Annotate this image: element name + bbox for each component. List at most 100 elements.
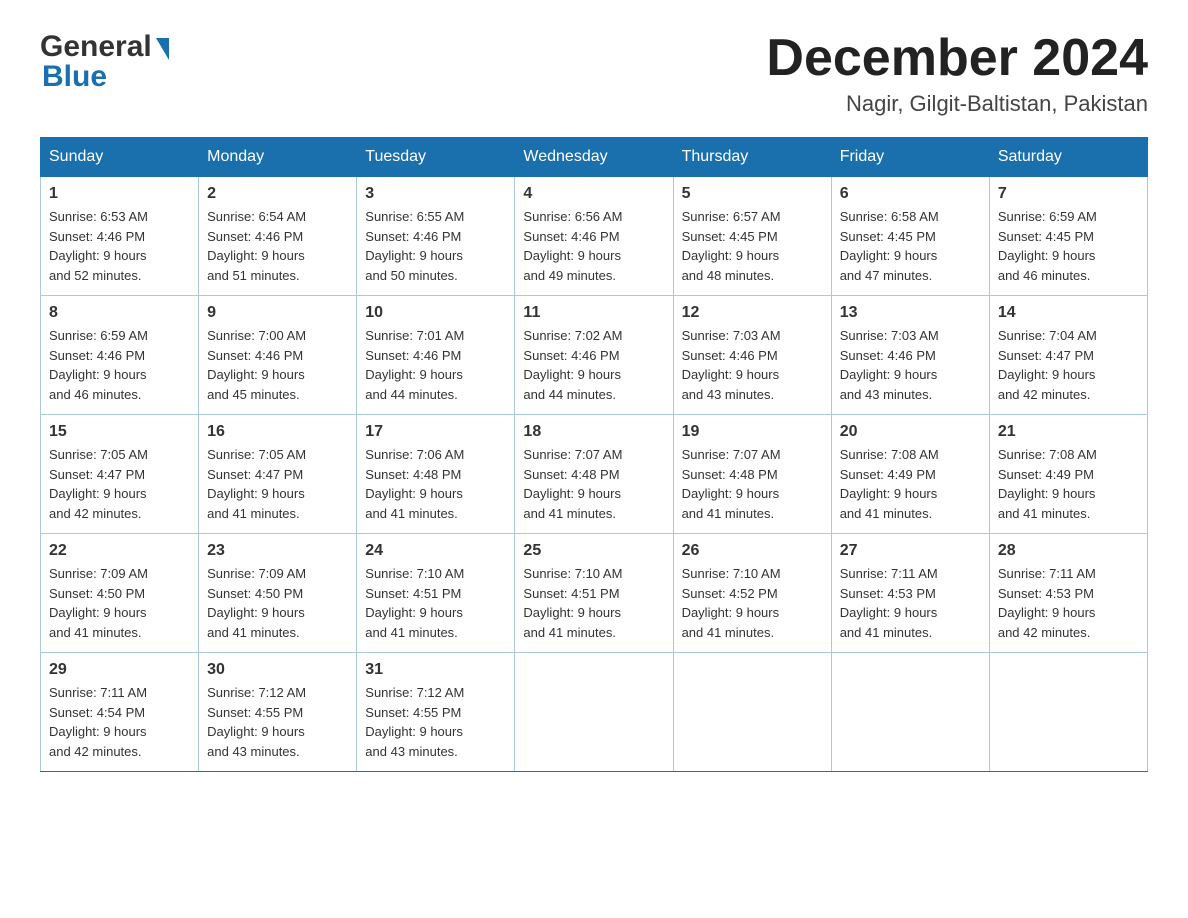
calendar-table: SundayMondayTuesdayWednesdayThursdayFrid… <box>40 137 1148 772</box>
calendar-cell: 8 Sunrise: 6:59 AM Sunset: 4:46 PM Dayli… <box>41 296 199 415</box>
day-number: 12 <box>682 304 823 322</box>
day-info: Sunrise: 7:11 AM Sunset: 4:54 PM Dayligh… <box>49 683 190 761</box>
day-number: 28 <box>998 542 1139 560</box>
day-number: 25 <box>523 542 664 560</box>
day-number: 6 <box>840 185 981 203</box>
day-info: Sunrise: 6:59 AM Sunset: 4:45 PM Dayligh… <box>998 207 1139 285</box>
calendar-cell: 13 Sunrise: 7:03 AM Sunset: 4:46 PM Dayl… <box>831 296 989 415</box>
calendar-week-2: 8 Sunrise: 6:59 AM Sunset: 4:46 PM Dayli… <box>41 296 1148 415</box>
day-number: 14 <box>998 304 1139 322</box>
calendar-cell: 30 Sunrise: 7:12 AM Sunset: 4:55 PM Dayl… <box>199 653 357 772</box>
day-info: Sunrise: 7:09 AM Sunset: 4:50 PM Dayligh… <box>49 564 190 642</box>
calendar-cell: 29 Sunrise: 7:11 AM Sunset: 4:54 PM Dayl… <box>41 653 199 772</box>
calendar-cell: 14 Sunrise: 7:04 AM Sunset: 4:47 PM Dayl… <box>989 296 1147 415</box>
day-info: Sunrise: 7:00 AM Sunset: 4:46 PM Dayligh… <box>207 326 348 404</box>
calendar-cell: 21 Sunrise: 7:08 AM Sunset: 4:49 PM Dayl… <box>989 415 1147 534</box>
day-number: 24 <box>365 542 506 560</box>
calendar-cell: 25 Sunrise: 7:10 AM Sunset: 4:51 PM Dayl… <box>515 534 673 653</box>
calendar-cell: 15 Sunrise: 7:05 AM Sunset: 4:47 PM Dayl… <box>41 415 199 534</box>
calendar-cell: 2 Sunrise: 6:54 AM Sunset: 4:46 PM Dayli… <box>199 177 357 296</box>
day-header-thursday: Thursday <box>673 138 831 177</box>
day-info: Sunrise: 7:03 AM Sunset: 4:46 PM Dayligh… <box>840 326 981 404</box>
day-info: Sunrise: 6:57 AM Sunset: 4:45 PM Dayligh… <box>682 207 823 285</box>
day-header-tuesday: Tuesday <box>357 138 515 177</box>
day-info: Sunrise: 7:07 AM Sunset: 4:48 PM Dayligh… <box>523 445 664 523</box>
day-info: Sunrise: 7:10 AM Sunset: 4:51 PM Dayligh… <box>523 564 664 642</box>
day-number: 17 <box>365 423 506 441</box>
logo: General Blue <box>40 30 169 94</box>
month-title: December 2024 <box>766 30 1148 87</box>
calendar-cell <box>673 653 831 772</box>
calendar-week-4: 22 Sunrise: 7:09 AM Sunset: 4:50 PM Dayl… <box>41 534 1148 653</box>
day-info: Sunrise: 6:55 AM Sunset: 4:46 PM Dayligh… <box>365 207 506 285</box>
calendar-header-row: SundayMondayTuesdayWednesdayThursdayFrid… <box>41 138 1148 177</box>
logo-triangle-icon <box>156 38 169 60</box>
day-info: Sunrise: 6:54 AM Sunset: 4:46 PM Dayligh… <box>207 207 348 285</box>
day-number: 2 <box>207 185 348 203</box>
day-info: Sunrise: 7:06 AM Sunset: 4:48 PM Dayligh… <box>365 445 506 523</box>
calendar-cell: 3 Sunrise: 6:55 AM Sunset: 4:46 PM Dayli… <box>357 177 515 296</box>
calendar-cell: 26 Sunrise: 7:10 AM Sunset: 4:52 PM Dayl… <box>673 534 831 653</box>
calendar-cell: 20 Sunrise: 7:08 AM Sunset: 4:49 PM Dayl… <box>831 415 989 534</box>
day-header-sunday: Sunday <box>41 138 199 177</box>
day-number: 21 <box>998 423 1139 441</box>
calendar-cell: 10 Sunrise: 7:01 AM Sunset: 4:46 PM Dayl… <box>357 296 515 415</box>
calendar-cell <box>989 653 1147 772</box>
calendar-week-5: 29 Sunrise: 7:11 AM Sunset: 4:54 PM Dayl… <box>41 653 1148 772</box>
title-area: December 2024 Nagir, Gilgit-Baltistan, P… <box>766 30 1148 117</box>
day-info: Sunrise: 7:10 AM Sunset: 4:51 PM Dayligh… <box>365 564 506 642</box>
day-number: 29 <box>49 661 190 679</box>
calendar-cell: 27 Sunrise: 7:11 AM Sunset: 4:53 PM Dayl… <box>831 534 989 653</box>
calendar-cell: 4 Sunrise: 6:56 AM Sunset: 4:46 PM Dayli… <box>515 177 673 296</box>
calendar-cell: 11 Sunrise: 7:02 AM Sunset: 4:46 PM Dayl… <box>515 296 673 415</box>
day-info: Sunrise: 7:12 AM Sunset: 4:55 PM Dayligh… <box>207 683 348 761</box>
day-number: 22 <box>49 542 190 560</box>
day-number: 30 <box>207 661 348 679</box>
day-number: 26 <box>682 542 823 560</box>
day-info: Sunrise: 7:11 AM Sunset: 4:53 PM Dayligh… <box>998 564 1139 642</box>
day-info: Sunrise: 7:07 AM Sunset: 4:48 PM Dayligh… <box>682 445 823 523</box>
calendar-cell: 23 Sunrise: 7:09 AM Sunset: 4:50 PM Dayl… <box>199 534 357 653</box>
day-number: 10 <box>365 304 506 322</box>
day-number: 20 <box>840 423 981 441</box>
calendar-cell: 28 Sunrise: 7:11 AM Sunset: 4:53 PM Dayl… <box>989 534 1147 653</box>
day-number: 15 <box>49 423 190 441</box>
day-number: 18 <box>523 423 664 441</box>
day-info: Sunrise: 6:53 AM Sunset: 4:46 PM Dayligh… <box>49 207 190 285</box>
day-number: 1 <box>49 185 190 203</box>
day-number: 4 <box>523 185 664 203</box>
day-info: Sunrise: 6:58 AM Sunset: 4:45 PM Dayligh… <box>840 207 981 285</box>
day-number: 27 <box>840 542 981 560</box>
day-number: 16 <box>207 423 348 441</box>
logo-general-text: General <box>40 30 152 64</box>
calendar-cell: 7 Sunrise: 6:59 AM Sunset: 4:45 PM Dayli… <box>989 177 1147 296</box>
day-number: 23 <box>207 542 348 560</box>
calendar-cell: 22 Sunrise: 7:09 AM Sunset: 4:50 PM Dayl… <box>41 534 199 653</box>
calendar-cell: 6 Sunrise: 6:58 AM Sunset: 4:45 PM Dayli… <box>831 177 989 296</box>
day-info: Sunrise: 7:12 AM Sunset: 4:55 PM Dayligh… <box>365 683 506 761</box>
calendar-cell <box>831 653 989 772</box>
day-number: 5 <box>682 185 823 203</box>
day-number: 8 <box>49 304 190 322</box>
day-header-saturday: Saturday <box>989 138 1147 177</box>
page-header: General Blue December 2024 Nagir, Gilgit… <box>40 30 1148 117</box>
calendar-cell: 12 Sunrise: 7:03 AM Sunset: 4:46 PM Dayl… <box>673 296 831 415</box>
calendar-cell: 31 Sunrise: 7:12 AM Sunset: 4:55 PM Dayl… <box>357 653 515 772</box>
calendar-cell: 9 Sunrise: 7:00 AM Sunset: 4:46 PM Dayli… <box>199 296 357 415</box>
day-info: Sunrise: 7:05 AM Sunset: 4:47 PM Dayligh… <box>49 445 190 523</box>
day-info: Sunrise: 7:10 AM Sunset: 4:52 PM Dayligh… <box>682 564 823 642</box>
location-subtitle: Nagir, Gilgit-Baltistan, Pakistan <box>766 91 1148 117</box>
calendar-cell: 18 Sunrise: 7:07 AM Sunset: 4:48 PM Dayl… <box>515 415 673 534</box>
day-header-friday: Friday <box>831 138 989 177</box>
day-info: Sunrise: 6:59 AM Sunset: 4:46 PM Dayligh… <box>49 326 190 404</box>
calendar-cell: 17 Sunrise: 7:06 AM Sunset: 4:48 PM Dayl… <box>357 415 515 534</box>
day-info: Sunrise: 7:05 AM Sunset: 4:47 PM Dayligh… <box>207 445 348 523</box>
day-info: Sunrise: 7:02 AM Sunset: 4:46 PM Dayligh… <box>523 326 664 404</box>
calendar-cell: 16 Sunrise: 7:05 AM Sunset: 4:47 PM Dayl… <box>199 415 357 534</box>
day-header-monday: Monday <box>199 138 357 177</box>
calendar-cell: 5 Sunrise: 6:57 AM Sunset: 4:45 PM Dayli… <box>673 177 831 296</box>
day-info: Sunrise: 7:03 AM Sunset: 4:46 PM Dayligh… <box>682 326 823 404</box>
day-info: Sunrise: 6:56 AM Sunset: 4:46 PM Dayligh… <box>523 207 664 285</box>
calendar-cell <box>515 653 673 772</box>
day-info: Sunrise: 7:01 AM Sunset: 4:46 PM Dayligh… <box>365 326 506 404</box>
